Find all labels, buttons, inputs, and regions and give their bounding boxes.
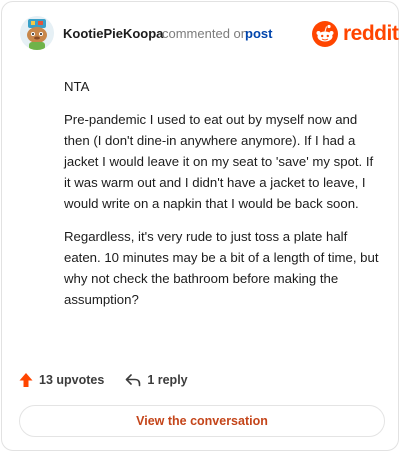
reply-button[interactable]: 1 reply [125,373,188,387]
comment-paragraph: NTA [64,79,90,94]
snoo-avatar-icon [20,16,54,50]
upvote-button[interactable]: 13 upvotes [19,372,104,388]
reddit-wordmark: reddit [343,22,399,45]
comment-body: NTA Pre-pandemic I used to eat out by my… [64,76,382,322]
comment-paragraph: Regardless, it's very rude to just toss … [64,229,379,307]
username-link[interactable]: KootiePieKoopa [63,26,163,41]
reply-count: 1 reply [147,373,188,387]
commented-on-text: commented on [162,26,248,41]
view-conversation-button[interactable]: View the conversation [19,405,385,437]
reply-arrow-icon [126,374,141,387]
post-link[interactable]: post [245,26,272,41]
user-avatar[interactable] [20,16,54,50]
upvote-arrow-icon [19,373,33,387]
comment-card: KootiePieKoopa commented on post reddit … [1,1,399,451]
reddit-brand[interactable]: reddit [312,21,399,47]
comment-actions: 13 upvotes 1 reply [19,372,188,388]
upvote-count: 13 upvotes [39,373,105,387]
reddit-snoo-logo-icon [312,21,338,47]
comment-paragraph: Pre-pandemic I used to eat out by myself… [64,112,374,211]
